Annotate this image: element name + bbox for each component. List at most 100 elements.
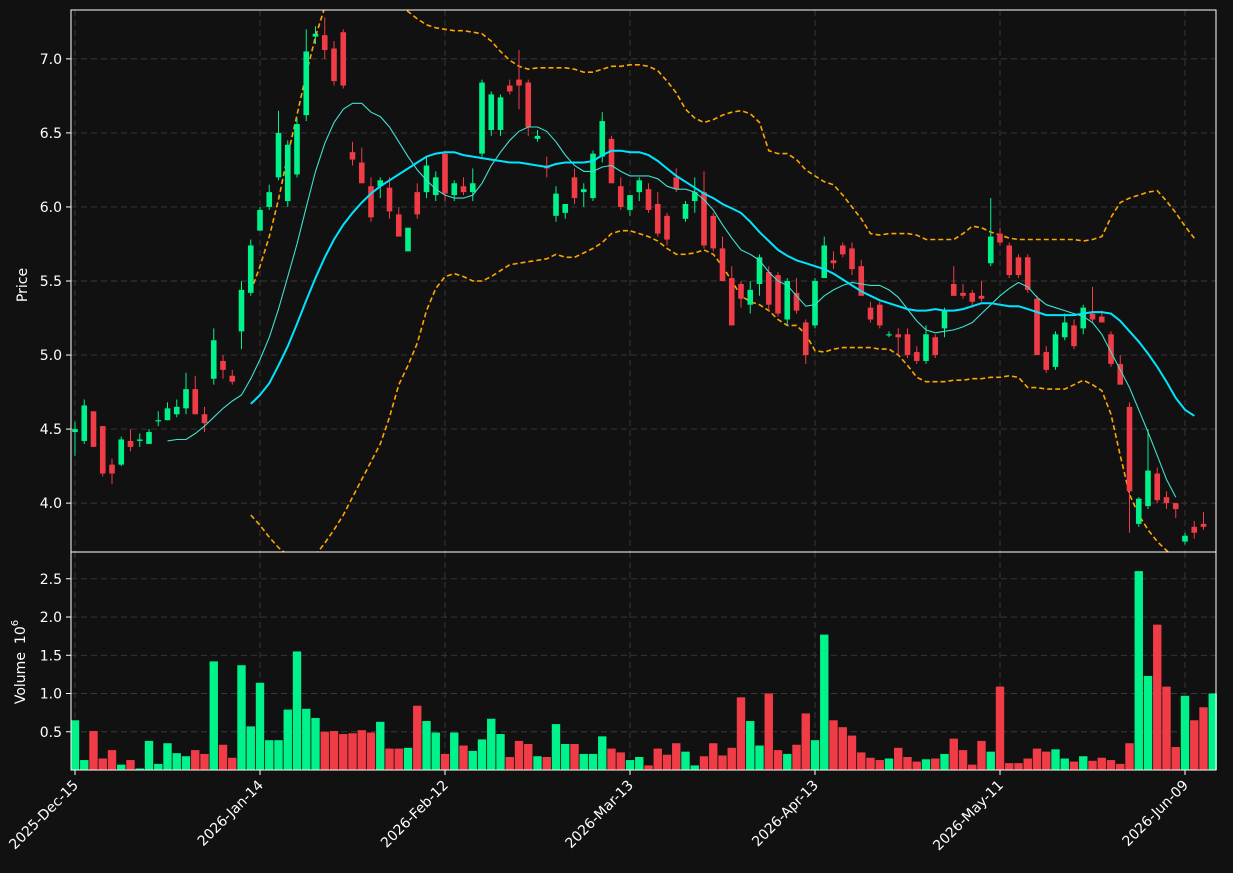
candle-body (395, 214, 402, 237)
candle-body (432, 177, 439, 196)
volume-bar (986, 751, 995, 770)
volume-bar (1023, 758, 1032, 770)
volume-bar (320, 731, 329, 770)
volume-bar (820, 634, 829, 770)
candle-body (312, 33, 319, 37)
volume-bar (514, 740, 524, 770)
volume-bar (329, 730, 339, 770)
volume-axis-exponent-power: 6 (10, 620, 21, 626)
volume-bar (431, 732, 440, 770)
candle-body (358, 162, 365, 184)
candle-body (682, 203, 689, 219)
candle-body (802, 322, 809, 356)
volume-bar (477, 739, 487, 770)
volume-bar (699, 756, 709, 770)
candle-body (1024, 257, 1031, 290)
price-axis-label: Price (15, 268, 31, 302)
volume-bar (1153, 624, 1162, 770)
volume-bar (681, 751, 690, 770)
volume-bar (533, 756, 542, 770)
volume-bar (940, 753, 949, 770)
candle-body (534, 135, 541, 139)
candle-body (173, 406, 180, 415)
candle-body (284, 144, 291, 202)
candle-body (839, 245, 846, 255)
volume-bar (459, 745, 468, 770)
candle-body (627, 195, 633, 210)
chart-background (0, 0, 1233, 873)
candle-body (1135, 498, 1142, 524)
volume-bar (181, 756, 191, 770)
volume-bar (163, 743, 172, 770)
volume-bar (302, 708, 311, 770)
volume-bar (1162, 686, 1171, 770)
candle-body (81, 405, 88, 441)
candle-body (497, 97, 504, 130)
volume-bar (413, 705, 422, 770)
candle-body (164, 408, 171, 421)
candle-body (571, 177, 578, 199)
candle-body (340, 32, 347, 86)
volume-bar (1116, 763, 1125, 770)
volume-bar (783, 753, 792, 770)
candle-body (1006, 245, 1013, 276)
candle-body (765, 272, 772, 305)
volume-bar (746, 721, 755, 770)
candle-body (155, 420, 162, 422)
volume-bar (1106, 760, 1116, 770)
volume-bar (838, 727, 847, 770)
volume-bar (903, 756, 912, 770)
volume-bar (792, 744, 801, 770)
price-y-tick-label: 5.0 (40, 348, 62, 364)
candle-body (442, 153, 448, 194)
volume-bar (283, 709, 292, 770)
volume-bar (635, 756, 644, 770)
volume-bar (764, 693, 773, 770)
candle-body (728, 278, 735, 326)
volume-bar (1051, 749, 1060, 770)
volume-bar (1069, 761, 1079, 770)
candle-body (247, 245, 254, 293)
candle-body (738, 283, 744, 299)
candle-body (506, 85, 513, 92)
volume-bar (98, 758, 107, 770)
volume-bar (736, 697, 746, 770)
volume-bar (616, 752, 625, 770)
candle-body (719, 248, 726, 281)
candle-body (1172, 503, 1179, 510)
volume-bar (1005, 763, 1014, 770)
volume-bar (921, 759, 931, 770)
volume-bar (561, 743, 570, 770)
volume-bar (644, 765, 653, 770)
volume-bar (107, 750, 117, 770)
volume-bar (292, 651, 302, 770)
candle-body (1034, 298, 1040, 356)
candle-body (645, 189, 652, 210)
candle-body (183, 389, 189, 409)
price-y-tick-label: 6.5 (40, 126, 62, 142)
volume-bar (339, 734, 348, 770)
volume-bar (866, 757, 875, 770)
price-y-tick-label: 6.0 (40, 200, 62, 216)
volume-bar (1171, 747, 1180, 770)
candle-body (146, 432, 152, 444)
volume-bar (70, 720, 80, 770)
volume-y-tick-label: 2.0 (40, 610, 62, 626)
candle-body (553, 193, 559, 216)
candle-body (488, 94, 495, 130)
candle-body (664, 215, 670, 240)
volume-bar (1079, 756, 1088, 770)
candle-body (599, 121, 606, 157)
candle-body (90, 411, 97, 447)
volume-bar (653, 748, 662, 770)
volume-bar (274, 740, 283, 770)
volume-bar (117, 764, 126, 770)
candle-body (608, 138, 615, 184)
candle-body (1043, 352, 1050, 370)
volume-bar (265, 740, 274, 770)
volume-bar (894, 747, 903, 770)
volume-bar (1125, 743, 1134, 770)
volume-bar (625, 760, 635, 770)
volume-bar (884, 758, 894, 770)
volume-bar (311, 717, 320, 770)
